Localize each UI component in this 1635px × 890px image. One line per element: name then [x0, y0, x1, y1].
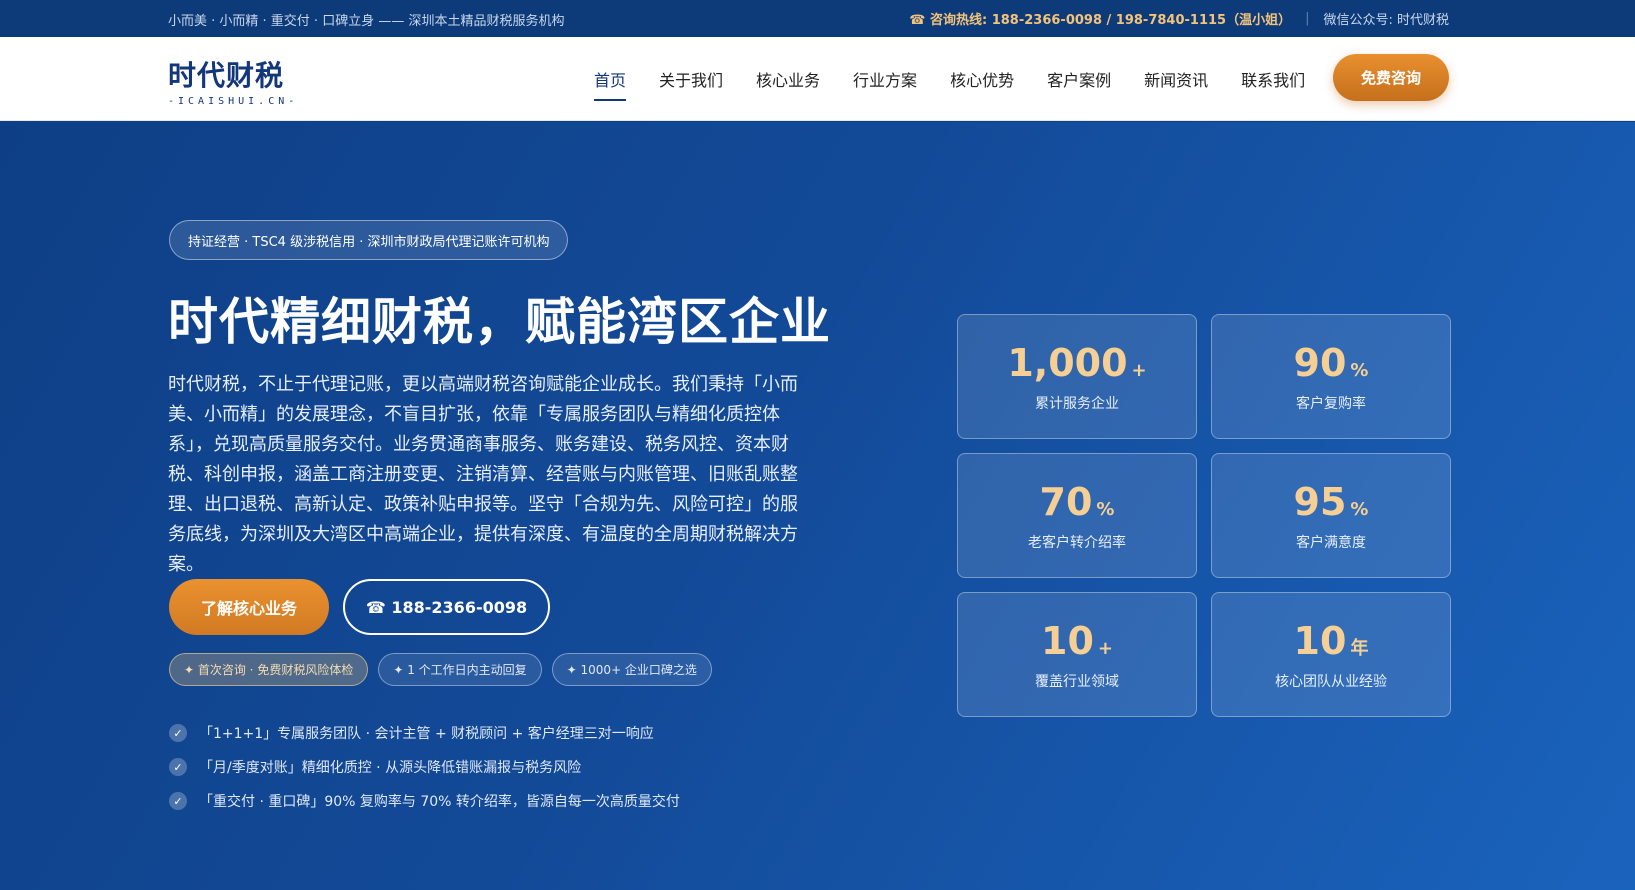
nav-item[interactable]: 核心优势	[950, 67, 1014, 101]
nav-item[interactable]: 关于我们	[659, 67, 723, 101]
hero-description: 时代财税，不止于代理记账，更以高端财税咨询赋能企业成长。我们秉持「小而美、小而精…	[168, 374, 798, 575]
logo-domain: -ICAISHUI.CN-	[168, 96, 299, 107]
checklist-item: ✓ 「1+1+1」专属服务团队 · 会计主管 + 财税顾问 + 客户经理三对一响应	[169, 716, 680, 750]
stat-label: 覆盖行业领域	[1035, 673, 1119, 690]
feature-chip: ✦ 1000+ 企业口碑之选	[551, 653, 712, 686]
checklist: ✓ 「1+1+1」专属服务团队 · 会计主管 + 财税顾问 + 客户经理三对一响应…	[169, 716, 680, 818]
divider: |	[1305, 11, 1310, 26]
check-icon: ✓	[169, 758, 187, 776]
learn-services-button[interactable]: 了解核心业务	[169, 579, 329, 635]
stat-number: 1,000	[1007, 340, 1128, 385]
stat-value: 70%	[1040, 480, 1115, 524]
stat-number: 10	[1293, 618, 1347, 663]
checklist-text: 「重交付 · 重口碑」90% 复购率与 70% 转介绍率，皆源自每一次高质量交付	[199, 794, 680, 810]
nav-item[interactable]: 新闻资讯	[1144, 67, 1208, 101]
stat-card: 10 + 覆盖行业领域	[957, 592, 1197, 717]
stat-number: 10	[1041, 618, 1094, 663]
top-contact: ☎ 咨询热线: 188-2366-0098 / 198-7840-1115（温小…	[909, 9, 1449, 28]
nav-item[interactable]: 行业方案	[853, 67, 917, 101]
stat-label: 老客户转介绍率	[1028, 534, 1126, 551]
nav-item[interactable]: 联系我们	[1241, 67, 1305, 101]
check-icon: ✓	[169, 724, 187, 742]
nav-item[interactable]: 客户案例	[1047, 67, 1111, 101]
nav-item[interactable]: 核心业务	[756, 67, 820, 101]
stat-unit: +	[1131, 359, 1147, 381]
free-consult-button[interactable]: 免费咨询	[1333, 54, 1449, 101]
stat-value: 90%	[1294, 341, 1369, 385]
checklist-item: ✓ 「重交付 · 重口碑」90% 复购率与 70% 转介绍率，皆源自每一次高质量交…	[169, 784, 680, 818]
stat-value: 10 +	[1041, 619, 1113, 663]
logo-chinese: 时代财税	[168, 59, 285, 92]
stat-card: 70% 老客户转介绍率	[957, 453, 1197, 578]
check-icon: ✓	[169, 792, 187, 810]
stat-card: 10 年核心团队从业经验	[1211, 592, 1451, 717]
site-logo[interactable]: 时代财税 -ICAISHUI.CN-	[168, 54, 298, 107]
stat-card: 1,000 + 累计服务企业	[957, 314, 1197, 439]
feature-chip: ✦ 1 个工作日内主动回复	[378, 653, 542, 686]
feature-chip: ✦ 首次咨询 · 免费财税风险体检	[169, 653, 369, 686]
stat-label: 客户复购率	[1296, 395, 1366, 412]
main-nav: 首页 关于我们 核心业务 行业方案 核心优势 客户案例 新闻资讯 联系我们	[594, 67, 1338, 101]
stat-number: 90	[1293, 340, 1347, 385]
checklist-item: ✓ 「月/季度对账」精细化质控 · 从源头降低错账漏报与税务风险	[169, 750, 680, 784]
wechat-text: 微信公众号: 时代财税	[1323, 13, 1449, 28]
stat-unit: %	[1096, 498, 1115, 520]
stat-label: 客户满意度	[1296, 534, 1366, 551]
nav-item[interactable]: 首页	[594, 67, 627, 101]
stat-label: 核心团队从业经验	[1275, 673, 1387, 690]
stat-number: 70	[1039, 479, 1093, 524]
stat-unit: +	[1097, 637, 1113, 659]
phone-call-button[interactable]: ☎ 188-2366-0098	[343, 579, 550, 635]
feature-chips: ✦ 首次咨询 · 免费财税风险体检 ✦ 1 个工作日内主动回复 ✦ 1000+ 企业…	[169, 653, 712, 686]
site-header: 时代财税 -ICAISHUI.CN- 首页 关于我们 核心业务 行业方案 核心优势 客户案…	[0, 37, 1635, 121]
checklist-text: 「月/季度对账」精细化质控 · 从源头降低错账漏报与税务风险	[199, 760, 582, 776]
stat-value: 10 年	[1294, 619, 1369, 663]
checklist-text: 「1+1+1」专属服务团队 · 会计主管 + 财税顾问 + 客户经理三对一响应	[199, 726, 654, 742]
hero-headline: 时代精细财税，赋能湾区企业	[168, 293, 831, 351]
stat-unit: 年	[1350, 637, 1369, 659]
stat-card: 90% 客户复购率	[1211, 314, 1451, 439]
stat-value: 95%	[1294, 480, 1369, 524]
hero-section: 持证经营 · TSC4 级涉税信用 · 深圳市财政局代理记账许可机构 时代精细财…	[0, 122, 1635, 890]
stat-unit: %	[1350, 359, 1369, 381]
stat-value: 1,000 +	[1007, 341, 1146, 385]
stat-label: 累计服务企业	[1035, 395, 1119, 412]
stat-card: 95% 客户满意度	[1211, 453, 1451, 578]
stat-unit: %	[1350, 498, 1369, 520]
hotline-text[interactable]: ☎ 咨询热线: 188-2366-0098 / 198-7840-1115（温小…	[909, 9, 1291, 28]
stats-grid: 1,000 + 累计服务企业 90% 客户复购率 70% 老客户转介绍率 95% 客户满意度 10…	[957, 314, 1451, 717]
license-badge: 持证经营 · TSC4 级涉税信用 · 深圳市财政局代理记账许可机构	[169, 220, 569, 260]
top-slogan: 小而美 · 小而精 · 重交付 · 口碑立身 —— 深圳本土精品财税服务机构	[168, 14, 565, 29]
stat-number: 95	[1293, 479, 1347, 524]
top-bar: 小而美 · 小而精 · 重交付 · 口碑立身 —— 深圳本土精品财税服务机构 ☎…	[0, 0, 1635, 39]
